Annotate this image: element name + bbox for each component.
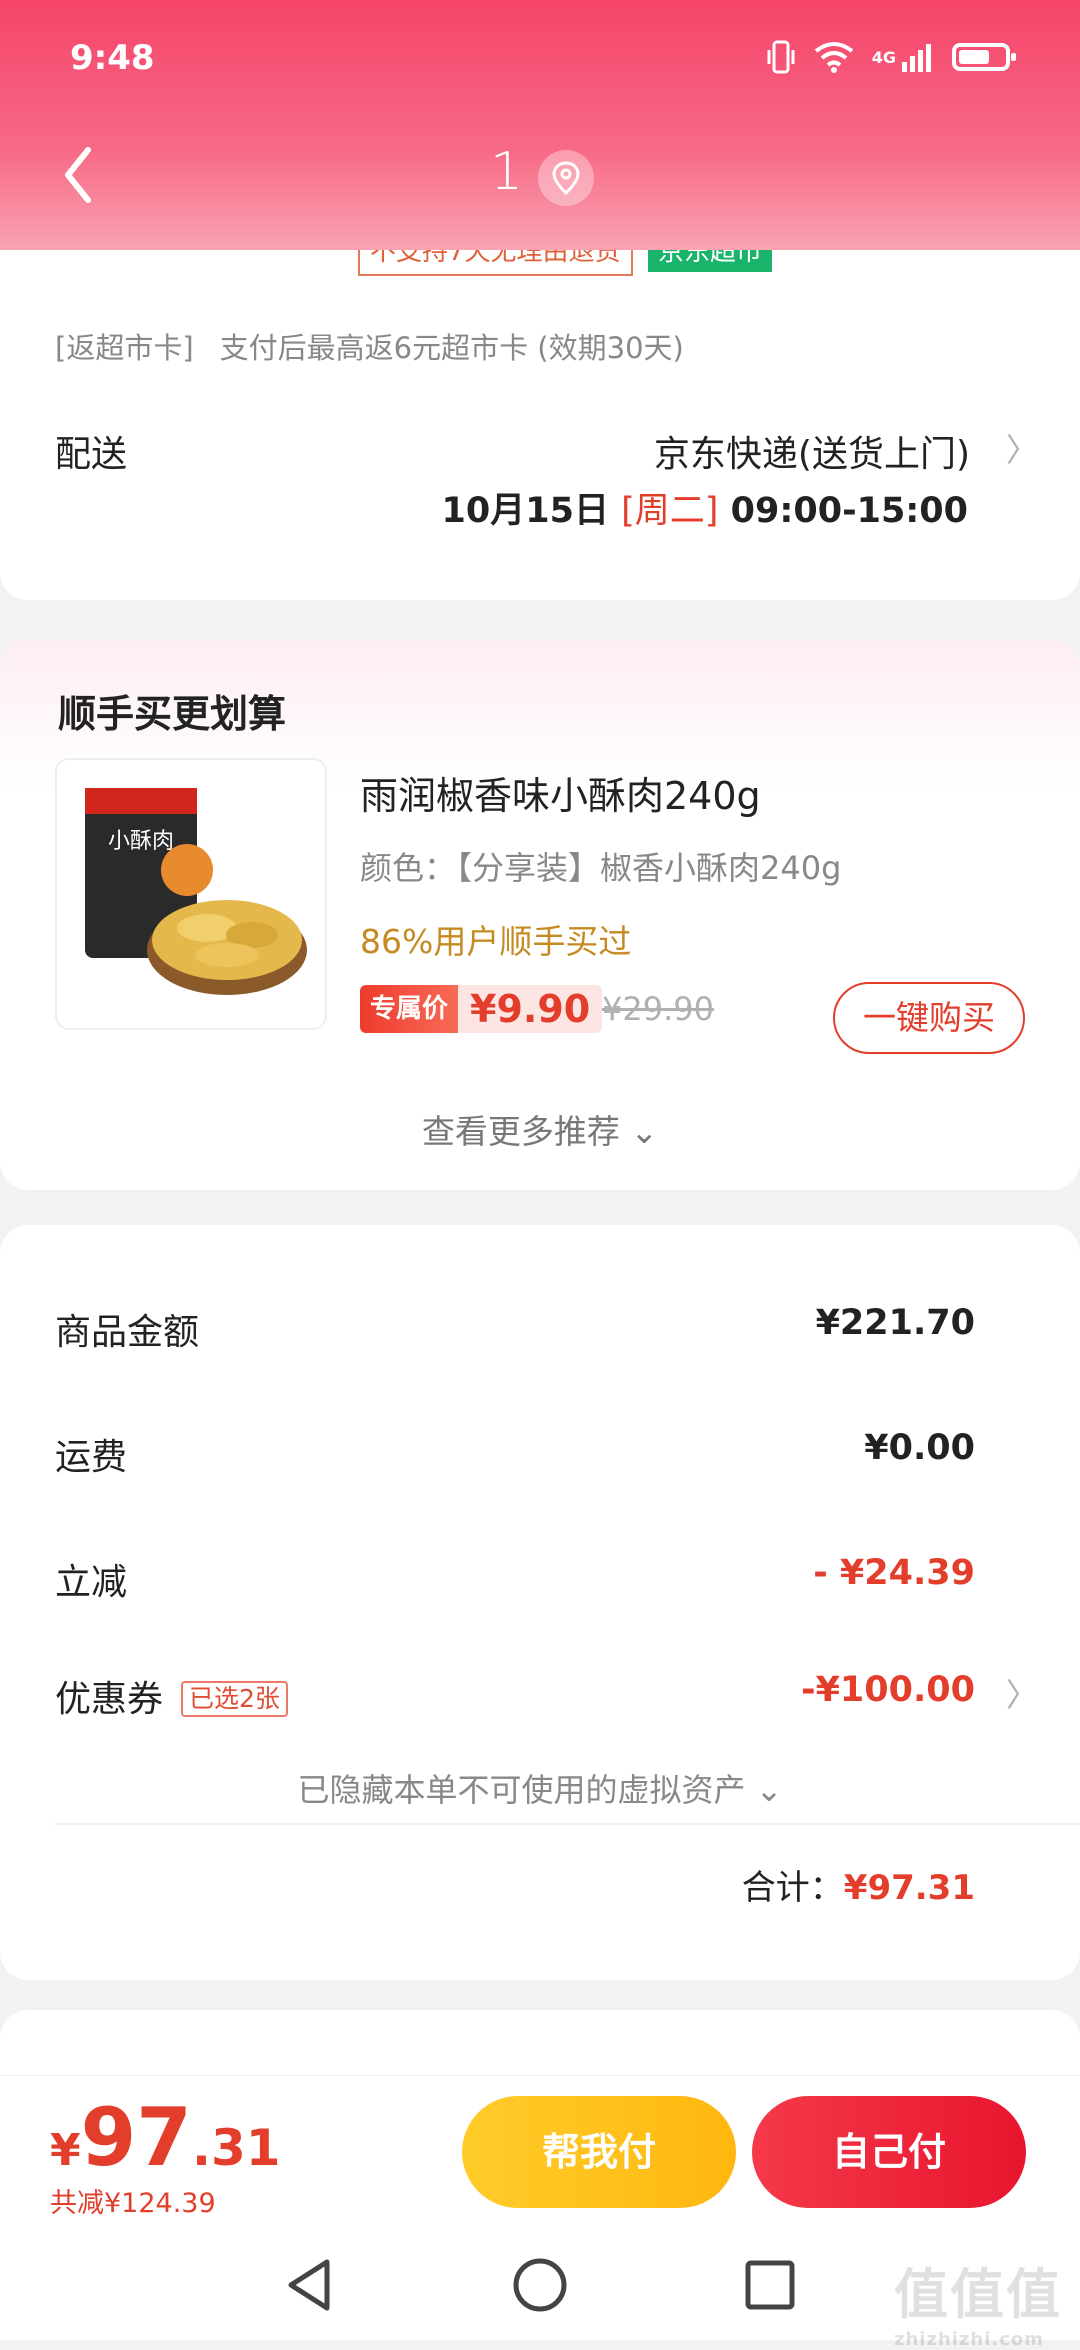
location-pin-icon[interactable] <box>538 150 594 206</box>
status-time: 9:48 <box>70 38 155 78</box>
nav-recents-icon[interactable] <box>735 2250 805 2320</box>
rebate-text: 支付后最高返6元超市卡 (效期30天) <box>219 331 684 365</box>
delivery-date: 10月15日 <box>441 491 609 531</box>
signal-icon <box>902 44 931 72</box>
package-label: 小酥肉 <box>108 829 174 854</box>
back-button[interactable] <box>50 140 110 210</box>
more-recommendations-link[interactable]: 查看更多推荐 ⌄ <box>0 1105 1080 1153</box>
delivery-card: 不支持7天无理由退货 京东超市 <box>0 160 1080 600</box>
total-value: ¥97.31 <box>843 1868 975 1908</box>
coupon-selected-badge: 已选2张 <box>181 1681 288 1717</box>
top-header: 9:48 4G 1 <box>0 0 1080 250</box>
delivery-window: 09:00-15:00 <box>730 491 968 531</box>
rebate-key: [返超市卡] <box>55 331 194 365</box>
watermark-main: 值值值 <box>894 2263 1062 2326</box>
original-price: ¥29.90 <box>602 990 714 1028</box>
delivery-label: 配送 <box>55 434 128 475</box>
pay-amount-integer: 97 <box>80 2091 192 2184</box>
coupon-row[interactable]: 优惠券 已选2张 <box>55 1670 288 1722</box>
pay-amount-decimal: .31 <box>191 2119 281 2177</box>
help-me-pay-button[interactable]: 帮我付 <box>462 2096 736 2208</box>
wifi-icon <box>814 42 853 73</box>
battery-icon <box>952 43 1016 71</box>
vibrate-icon <box>767 40 795 74</box>
goods-amount-value: ¥221.70 <box>815 1303 975 1343</box>
recommend-bought-rate: 86%用户顺手买过 <box>360 922 632 961</box>
rebate-info: [返超市卡] 支付后最高返6元超市卡 (效期30天) <box>55 325 684 367</box>
network-label: 4G <box>871 47 896 67</box>
chevron-right-icon[interactable]: 〉 <box>1006 1670 1038 1716</box>
one-click-buy-button[interactable]: 一键购买 <box>833 982 1025 1054</box>
goods-amount-label: 商品金额 <box>55 1312 200 1353</box>
pay-amount: ¥97.31 <box>50 2091 281 2184</box>
delivery-method[interactable]: 京东快递(送货上门) <box>654 425 970 477</box>
watermark: 值值值 zhizhizhi.com <box>894 2250 1062 2350</box>
pay-myself-button[interactable]: 自己付 <box>752 2096 1026 2208</box>
hidden-assets-toggle[interactable]: 已隐藏本单不可使用的虚拟资产 ⌄ <box>0 1765 1080 1811</box>
recommend-title: 顺手买更划算 <box>58 692 287 736</box>
instant-discount-label: 立减 <box>55 1562 128 1603</box>
chevron-left-icon <box>65 147 91 203</box>
shipping-label: 运费 <box>55 1437 128 1478</box>
status-icons: 4G <box>766 40 1016 74</box>
delivery-time[interactable]: 10月15日 [周二] 09:00-15:00 <box>442 482 968 533</box>
shipping-value: ¥0.00 <box>864 1428 975 1468</box>
address-title[interactable]: 1 <box>490 142 523 202</box>
total-row: 合计：¥97.31 <box>742 1860 975 1909</box>
chevron-right-icon[interactable]: 〉 <box>1006 425 1038 471</box>
total-label: 合计： <box>741 1868 844 1908</box>
nav-home-icon[interactable] <box>505 2250 575 2320</box>
exclusive-price-tag: 专属价 ¥9.90 <box>360 985 603 1033</box>
delivery-weekday: [周二] <box>621 491 719 531</box>
instant-discount-value: - ¥24.39 <box>813 1553 975 1593</box>
currency-symbol: ¥ <box>50 2125 81 2176</box>
nav-back-icon[interactable] <box>275 2250 345 2320</box>
checkout-bar: ¥97.31 共减¥124.39 帮我付 自己付 <box>0 2075 1080 2226</box>
coupon-value[interactable]: -¥100.00 <box>801 1670 975 1710</box>
recommend-product-spec: 颜色：【分享装】椒香小酥肉240g <box>360 849 842 887</box>
total-saved: 共减¥124.39 <box>50 2188 216 2219</box>
coupon-label: 优惠券 <box>55 1679 164 1720</box>
recommend-product-image[interactable]: 小酥肉 <box>55 758 327 1030</box>
recommend-product-name[interactable]: 雨润椒香味小酥肉240g <box>360 765 761 820</box>
exclusive-price-label: 专属价 <box>360 985 459 1033</box>
exclusive-price-value: ¥9.90 <box>458 985 603 1033</box>
divider <box>55 1823 1080 1825</box>
